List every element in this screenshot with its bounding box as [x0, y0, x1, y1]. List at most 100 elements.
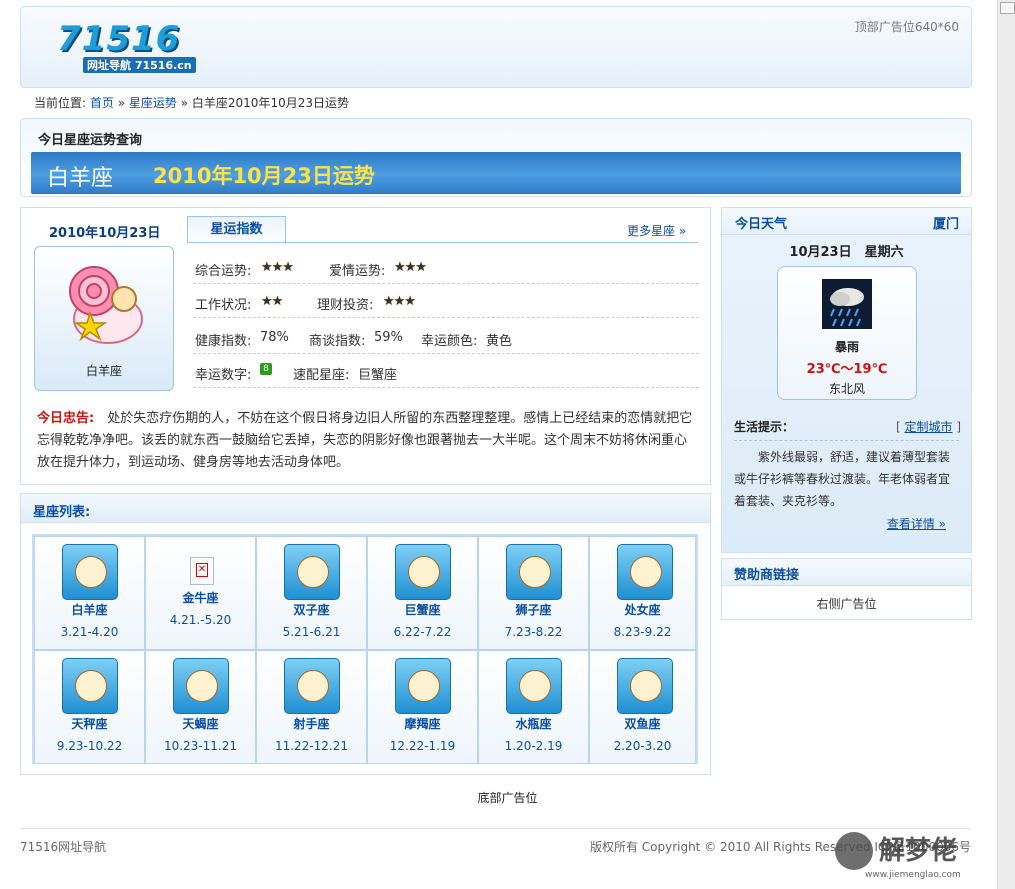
bottom-ad-slot[interactable]: 底部广告位: [0, 789, 1015, 806]
logo-subtitle[interactable]: 网址导航 71516.cn: [83, 57, 196, 73]
zodiac-range: 5.21-6.21: [282, 625, 341, 639]
zodiac-name[interactable]: 巨蟹座: [368, 601, 477, 618]
sign-card-label: 白羊座: [85, 364, 122, 378]
aries-icon[interactable]: [62, 544, 118, 600]
zodiac-cell-pisces[interactable]: 双鱼座 2.20-3.20: [589, 650, 696, 764]
tab-fortune-index[interactable]: 星运指数: [187, 216, 286, 243]
virgo-icon[interactable]: [617, 544, 673, 600]
fortune-query-panel: 今日星座运势查询 白羊座 2010年10月23日运势: [20, 118, 972, 197]
fortune-row-health: 健康指数: 78% 商谈指数: 59% 幸运颜色: 黄色: [193, 320, 699, 354]
zodiac-cell-aquarius[interactable]: 水瓶座 1.20-2.19: [478, 650, 589, 764]
fortune-panel: 2010年10月23日 白羊座 星运指数 更多星座 » 综合运势: ★★★ 爱情…: [20, 207, 711, 485]
zodiac-name[interactable]: 摩羯座: [368, 715, 477, 732]
breadcrumb-section-link[interactable]: 星座运势: [129, 96, 177, 110]
banner-fortune-date: 2010年10月23日运势: [153, 164, 375, 188]
zodiac-name[interactable]: 天蝎座: [146, 715, 255, 732]
weather-card: 暴雨 23℃～19℃ 东北风: [777, 266, 917, 400]
site-logo[interactable]: 71516: [57, 19, 180, 59]
cancer-icon[interactable]: [395, 544, 451, 600]
zodiac-cell-taurus[interactable]: 金牛座 4.21.-5.20: [145, 536, 256, 650]
sign-banner: 白羊座 2010年10月23日运势: [31, 152, 961, 194]
leo-icon[interactable]: [506, 544, 562, 600]
zodiac-range: 9.23-10.22: [56, 739, 123, 753]
fortune-row-work: 工作状况: ★★ 理财投资: ★★★: [193, 284, 699, 318]
scorpio-icon[interactable]: [173, 658, 229, 714]
fortune-date: 2010年10月23日: [49, 226, 161, 241]
zodiac-cell-libra[interactable]: 天秤座 9.23-10.22: [34, 650, 145, 764]
lucky-color-value: 黄色: [486, 334, 513, 349]
health-value: 78%: [260, 330, 289, 345]
customize-city-link[interactable]: 定制城市: [904, 420, 952, 434]
zodiac-range: 8.23-9.22: [613, 625, 672, 639]
health-label: 健康指数:: [195, 334, 252, 349]
zodiac-name[interactable]: 射手座: [257, 715, 366, 732]
sponsor-panel: 赞助商链接 右侧广告位: [721, 558, 972, 620]
pisces-icon[interactable]: [617, 658, 673, 714]
weather-panel: 今日天气 厦门 10月23日 星期六 暴雨 23℃～19℃ 东北风 生活提示： …: [721, 207, 972, 553]
zodiac-name[interactable]: 天秤座: [35, 715, 144, 732]
breadcrumb-home-link[interactable]: 首页: [90, 96, 114, 110]
finance-label: 理财投资:: [317, 298, 374, 313]
zodiac-range: 11.22-12.21: [274, 739, 349, 753]
zodiac-name[interactable]: 双鱼座: [590, 715, 695, 732]
sponsor-header: 赞助商链接: [722, 559, 971, 586]
weather-detail-link[interactable]: 查看详情 »: [887, 515, 946, 532]
query-title: 今日星座运势查询: [38, 133, 143, 148]
zodiac-name[interactable]: 处女座: [590, 601, 695, 618]
zodiac-cell-leo[interactable]: 狮子座 7.23-8.22: [478, 536, 589, 650]
zodiac-cell-aries[interactable]: 白羊座 3.21-4.20: [34, 536, 145, 650]
scrollbar-thumb[interactable]: [1000, 2, 1015, 14]
lucky-color-label: 幸运颜色:: [421, 334, 478, 349]
zodiac-name[interactable]: 狮子座: [479, 601, 588, 618]
gemini-icon[interactable]: [284, 544, 340, 600]
zodiac-list-header: 星座列表:: [21, 494, 710, 523]
zodiac-range: 7.23-8.22: [504, 625, 563, 639]
zodiac-name[interactable]: 金牛座: [146, 589, 255, 606]
weather-temperature: 23℃～19℃: [806, 362, 888, 377]
life-tip-label: 生活提示：: [734, 420, 795, 434]
zodiac-grid: 白羊座3.21-4.20 金牛座4.21.-5.20 双子座5.21-6.21 …: [32, 534, 698, 764]
zodiac-range: 12.22-1.19: [389, 739, 456, 753]
zodiac-name[interactable]: 双子座: [257, 601, 366, 618]
breadcrumb-separator: »: [117, 96, 126, 110]
match-sign-value: 巨蟹座: [358, 368, 398, 383]
fortune-row-overall: 综合运势: ★★★ 爱情运势: ★★★: [193, 250, 699, 284]
zodiac-cell-cancer[interactable]: 巨蟹座 6.22-7.22: [367, 536, 478, 650]
advice-label: 今日忠告:: [37, 411, 95, 426]
zodiac-cell-capricorn[interactable]: 摩羯座 12.22-1.19: [367, 650, 478, 764]
breadcrumb-prefix: 当前位置:: [34, 96, 87, 110]
love-stars-icon: ★★★: [394, 260, 427, 275]
watermark-text: 解梦佬: [879, 836, 958, 866]
zodiac-name[interactable]: 水瓶座: [479, 715, 588, 732]
zodiac-range: 10.23-11.21: [163, 739, 238, 753]
more-signs-link[interactable]: 更多星座 »: [627, 222, 686, 239]
zodiac-range: 6.22-7.22: [393, 625, 452, 639]
zodiac-name[interactable]: 白羊座: [35, 601, 144, 618]
daily-advice: 今日忠告: 处於失恋疗伤期的人，不妨在这个假日将身边旧人所留的东西整理整理。感情…: [37, 408, 697, 474]
top-ad-slot[interactable]: 顶部广告位640*60: [855, 18, 959, 35]
zodiac-cell-scorpio[interactable]: 天蝎座 10.23-11.21: [145, 650, 256, 764]
broken-image-icon[interactable]: [190, 557, 214, 585]
right-ad-slot[interactable]: 右侧广告位: [722, 595, 971, 612]
customize-city: [ 定制城市 ]: [896, 418, 961, 435]
weather-wind: 东北风: [828, 382, 865, 396]
capricorn-icon[interactable]: [395, 658, 451, 714]
watermark: 解梦佬 www.jiemenglao.com: [827, 826, 997, 884]
zodiac-cell-gemini[interactable]: 双子座 5.21-6.21: [256, 536, 367, 650]
zodiac-cell-sagittarius[interactable]: 射手座 11.22-12.21: [256, 650, 367, 764]
match-sign-label: 速配星座:: [293, 368, 350, 383]
vertical-scrollbar[interactable]: [997, 0, 1015, 889]
zodiac-range: 3.21-4.20: [60, 625, 119, 639]
sign-card: 白羊座: [34, 246, 174, 391]
aquarius-icon[interactable]: [506, 658, 562, 714]
sagittarius-icon[interactable]: [284, 658, 340, 714]
breadcrumb: 当前位置: 首页 » 星座运势 » 白羊座2010年10月23日运势: [34, 94, 349, 111]
advice-text: 处於失恋疗伤期的人，不妨在这个假日将身边旧人所留的东西整理整理。感情上已经结束的…: [37, 411, 693, 470]
zodiac-cell-virgo[interactable]: 处女座 8.23-9.22: [589, 536, 696, 650]
overall-stars-icon: ★★★: [261, 260, 294, 275]
weather-date: 10月23日 星期六: [789, 245, 904, 260]
bracket-open: [: [895, 420, 901, 434]
sponsor-title: 赞助商链接: [734, 568, 800, 583]
love-label: 爱情运势:: [329, 264, 386, 279]
libra-icon[interactable]: [62, 658, 118, 714]
